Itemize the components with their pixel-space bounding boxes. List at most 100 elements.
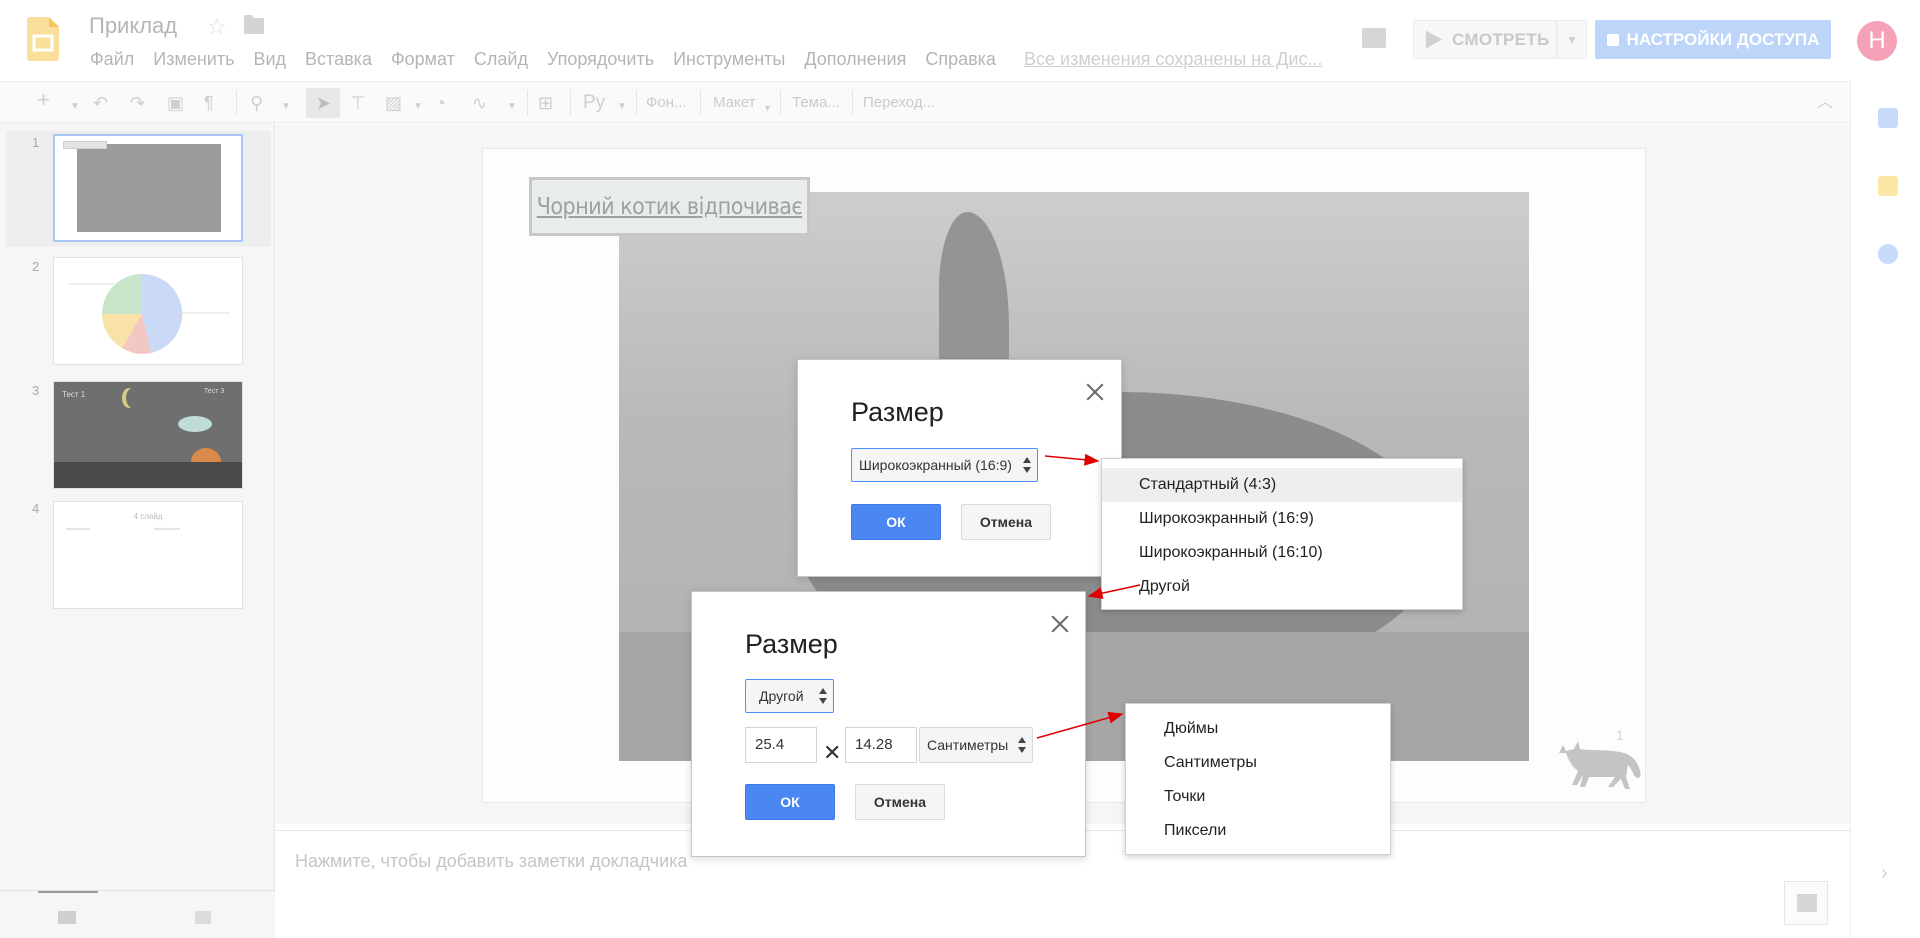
size-select[interactable]: Широкоэкранный (16:9) bbox=[851, 448, 1038, 482]
unit-option-points[interactable]: Точки bbox=[1126, 780, 1390, 814]
cancel-button[interactable]: Отмена bbox=[855, 784, 945, 820]
undo-icon[interactable]: ↶ bbox=[93, 94, 108, 112]
input-tools-icon[interactable]: Ру bbox=[583, 93, 605, 112]
slide-number: 3 bbox=[32, 383, 40, 398]
image-chevron-down-icon[interactable]: ▼ bbox=[413, 98, 423, 116]
unit-option-inches[interactable]: Дюймы bbox=[1126, 712, 1390, 746]
grid-view-icon[interactable] bbox=[195, 911, 211, 924]
size-option-custom[interactable]: Другой bbox=[1102, 570, 1462, 604]
thumb-title: 4 слайд bbox=[133, 512, 163, 521]
present-button[interactable]: СМОТРЕТЬ bbox=[1413, 20, 1557, 59]
option-label: Другой bbox=[1139, 578, 1190, 595]
size-option-widescreen-16-9[interactable]: Широкоэкранный (16:9) bbox=[1102, 502, 1462, 536]
slide-title-text: Чорний котик відпочиває bbox=[536, 193, 803, 220]
background-button[interactable]: Фон... bbox=[646, 94, 687, 111]
expand-panel-chevron-right-icon[interactable]: › bbox=[1881, 862, 1888, 885]
print-icon[interactable]: ▣ bbox=[167, 94, 184, 112]
side-panel bbox=[1850, 81, 1920, 938]
saved-status-link[interactable]: Все изменения сохранены на Дис... bbox=[1024, 49, 1322, 70]
lock-icon bbox=[1606, 33, 1619, 46]
menu-edit[interactable]: Изменить bbox=[153, 49, 234, 70]
avatar[interactable]: Н bbox=[1857, 21, 1897, 61]
toolbar-divider bbox=[852, 90, 853, 116]
page-setup-dialog: Размер Широкоэкранный (16:9) ОК Отмена bbox=[797, 359, 1122, 577]
shape-icon[interactable]: ◔ bbox=[435, 94, 446, 112]
slide-thumbnail-4[interactable]: 4 слайд bbox=[53, 501, 243, 609]
zoom-chevron-down-icon[interactable]: ▼ bbox=[281, 98, 291, 116]
thumb-trees bbox=[54, 462, 242, 488]
slides-logo-icon[interactable] bbox=[27, 17, 59, 61]
paint-format-icon[interactable]: ¶ bbox=[204, 94, 214, 112]
slide-title-box[interactable]: Чорний котик відпочиває bbox=[529, 177, 810, 236]
menu-format[interactable]: Формат bbox=[391, 49, 455, 70]
zoom-icon[interactable]: ⚲ bbox=[250, 94, 263, 112]
calendar-icon[interactable] bbox=[1878, 108, 1898, 128]
page-setup-custom-dialog: Размер Другой 25.4 ✕ 14.28 Сантиметры ОК… bbox=[691, 591, 1086, 857]
size-option-widescreen-16-10[interactable]: Широкоэкранный (16:10) bbox=[1102, 536, 1462, 570]
add-note-icon[interactable] bbox=[1784, 881, 1828, 925]
slide-number: 2 bbox=[32, 259, 40, 274]
new-slide-plus-icon[interactable]: + bbox=[37, 89, 50, 111]
star-icon[interactable]: ☆ bbox=[207, 14, 227, 40]
cursor-icon[interactable]: ➤ bbox=[316, 94, 331, 112]
notes-placeholder[interactable]: Нажмите, чтобы добавить заметки докладчи… bbox=[295, 851, 687, 872]
menu-view[interactable]: Вид bbox=[253, 49, 286, 70]
cancel-button[interactable]: Отмена bbox=[961, 504, 1051, 540]
close-icon[interactable] bbox=[1050, 614, 1070, 634]
dialog-title: Размер bbox=[851, 397, 944, 427]
comment-icon[interactable] bbox=[1362, 28, 1386, 48]
line-chevron-down-icon[interactable]: ▼ bbox=[507, 98, 517, 116]
menu-addons[interactable]: Дополнения bbox=[804, 49, 906, 70]
menu-file[interactable]: Файл bbox=[90, 49, 134, 70]
keep-icon[interactable] bbox=[1878, 176, 1898, 196]
thumb-bubble bbox=[178, 416, 212, 432]
menu-slide[interactable]: Слайд bbox=[474, 49, 528, 70]
add-comment-icon[interactable]: ⊞ bbox=[538, 94, 553, 112]
close-icon[interactable] bbox=[1085, 382, 1105, 402]
ok-button[interactable]: ОК bbox=[745, 784, 835, 820]
theme-button[interactable]: Тема... bbox=[792, 94, 840, 111]
new-slide-chevron-down-icon[interactable]: ▼ bbox=[70, 98, 80, 116]
unit-option-centimeters[interactable]: Сантиметры bbox=[1126, 746, 1390, 780]
slide-thumbnail-3[interactable]: Тест 1 Тест 3 bbox=[53, 381, 243, 489]
size-option-standard[interactable]: Стандартный (4:3) bbox=[1102, 468, 1462, 502]
select-arrows-icon bbox=[1023, 457, 1032, 473]
slide-number: 1 bbox=[32, 135, 40, 150]
collapse-toolbar-chevron-up-icon[interactable]: ︿ bbox=[1817, 94, 1833, 112]
thumb-photo bbox=[77, 144, 221, 232]
menu-help[interactable]: Справка bbox=[925, 49, 996, 70]
height-input[interactable]: 14.28 bbox=[845, 727, 917, 763]
menu-bar: Файл Изменить Вид Вставка Формат Слайд У… bbox=[90, 49, 1015, 70]
document-title[interactable]: Приклад bbox=[89, 13, 177, 39]
menu-insert[interactable]: Вставка bbox=[305, 49, 372, 70]
layout-button[interactable]: Макет bbox=[713, 94, 755, 111]
line-icon[interactable]: ∿ bbox=[472, 94, 487, 112]
filmstrip-view-icon[interactable] bbox=[58, 911, 76, 924]
ok-button[interactable]: ОК bbox=[851, 504, 941, 540]
transition-button[interactable]: Переход... bbox=[863, 94, 935, 111]
tasks-icon[interactable] bbox=[1878, 244, 1898, 264]
slide-thumbnail-2[interactable] bbox=[53, 257, 243, 365]
unit-select[interactable]: Сантиметры bbox=[919, 727, 1033, 763]
active-view-indicator bbox=[38, 891, 98, 893]
input-tools-chevron-down-icon[interactable]: ▼ bbox=[617, 98, 627, 116]
unit-option-pixels[interactable]: Пиксели bbox=[1126, 814, 1390, 848]
width-input[interactable]: 25.4 bbox=[745, 727, 817, 763]
present-options-chevron-down-icon[interactable]: ▼ bbox=[1557, 20, 1587, 59]
present-label: СМОТРЕТЬ bbox=[1452, 29, 1550, 49]
menu-arrange[interactable]: Упорядочить bbox=[547, 49, 654, 70]
folder-icon[interactable] bbox=[244, 15, 264, 34]
thumb-text-right: Тест 3 bbox=[204, 388, 225, 395]
share-button[interactable]: НАСТРОЙКИ ДОСТУПА bbox=[1595, 20, 1831, 59]
image-icon[interactable]: ▨ bbox=[385, 94, 402, 112]
option-label: Широкоэкранный (16:9) bbox=[1139, 510, 1314, 527]
filmstrip-view-bar bbox=[0, 890, 275, 938]
size-select[interactable]: Другой bbox=[745, 679, 834, 713]
size-select-value: Широкоэкранный (16:9) bbox=[859, 457, 1012, 473]
share-label: НАСТРОЙКИ ДОСТУПА bbox=[1626, 29, 1820, 49]
slide-thumbnail-1[interactable] bbox=[53, 134, 243, 242]
menu-tools[interactable]: Инструменты bbox=[673, 49, 785, 70]
text-box-icon[interactable]: ⊤ bbox=[350, 94, 366, 112]
redo-icon[interactable]: ↷ bbox=[130, 94, 145, 112]
layout-chevron-down-icon[interactable]: ▼ bbox=[763, 99, 772, 117]
